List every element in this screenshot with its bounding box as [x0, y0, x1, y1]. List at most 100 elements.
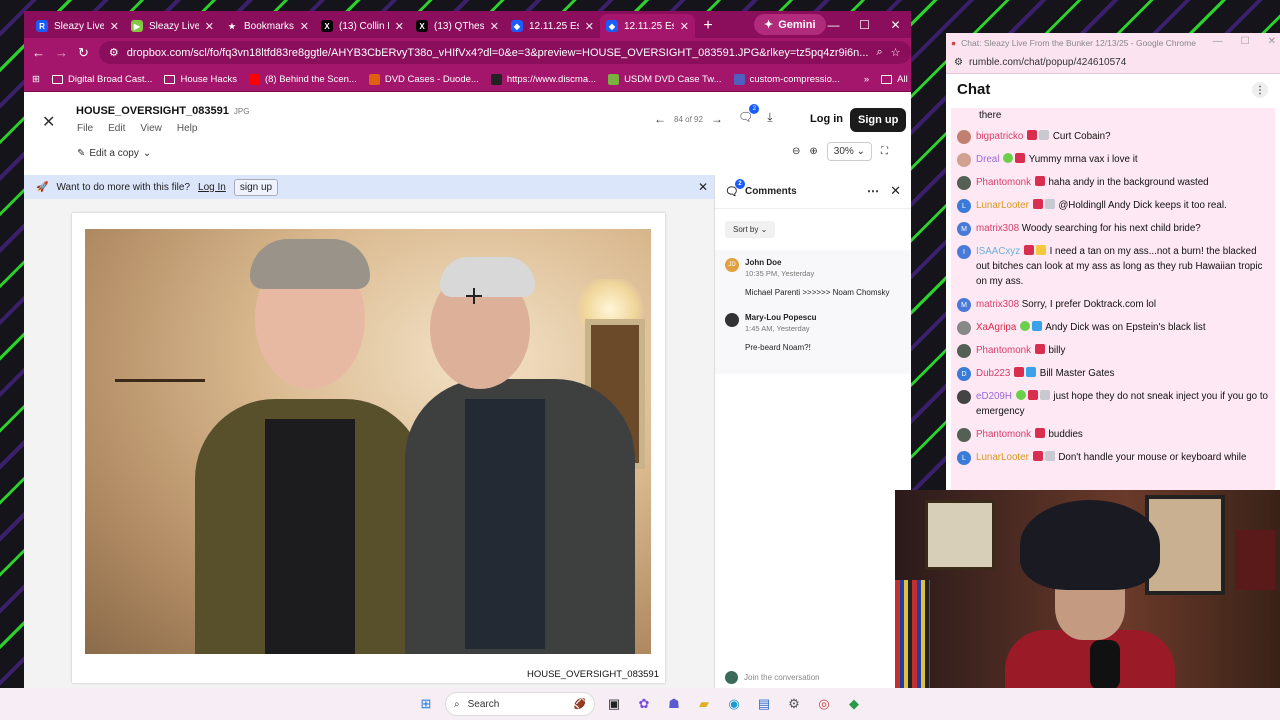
tab-close-icon[interactable]: ✕	[300, 20, 309, 33]
join-conversation-field[interactable]: Join the conversation	[725, 671, 911, 684]
bookmark-item[interactable]: USDM DVD Case Tw...	[608, 73, 722, 85]
all-bookmarks-button[interactable]: All Bookmarks	[881, 74, 911, 85]
chat-header: Chat ⋮	[946, 74, 1280, 105]
notice-signup-button[interactable]: sign up	[233, 178, 279, 196]
url-field[interactable]: ⚙ dropbox.com/scl/fo/fq3vn18ltfd83re8ggt…	[98, 41, 911, 64]
chat-avatar: M	[957, 298, 971, 312]
chat-username[interactable]: Phantomonk	[976, 177, 1031, 188]
comment-author[interactable]: Mary-Lou Popescu	[745, 313, 817, 322]
settings-icon[interactable]: ⚙	[783, 693, 805, 715]
chat-options-icon[interactable]: ⋮	[1252, 82, 1268, 98]
teams-icon[interactable]: ☗	[663, 693, 685, 715]
chat-username[interactable]: LunarLooter	[976, 452, 1029, 463]
chat-username[interactable]: matrix308	[976, 299, 1019, 310]
file-name: HOUSE_OVERSIGHT_083591	[76, 105, 229, 117]
bookmark-item[interactable]: (8) Behind the Scen...	[248, 73, 357, 85]
chat-username[interactable]: Dreal	[976, 154, 999, 165]
bookmark-item[interactable]: custom-compressio...	[733, 73, 840, 85]
chat-maximize-icon[interactable]: ☐	[1241, 36, 1250, 47]
browser-tab[interactable]: ▶ Sleazy Live Fr ✕	[125, 14, 220, 38]
tab-close-icon[interactable]: ✕	[395, 20, 404, 33]
browser-tab[interactable]: ★ Bookmarks ✕	[220, 14, 315, 38]
chat-username[interactable]: eD209H	[976, 391, 1012, 402]
zoom-select[interactable]: 30% ⌄	[826, 142, 872, 161]
prev-file-icon[interactable]: ←	[654, 112, 666, 126]
browser-tab[interactable]: ◆ 12.11.25 Esta ✕	[600, 14, 695, 38]
bookmark-item[interactable]: https://www.discma...	[490, 73, 596, 85]
bookmark-star-icon[interactable]: ☆	[891, 46, 901, 59]
edge-icon[interactable]: ◉	[723, 693, 745, 715]
tab-favicon-icon: ◆	[606, 20, 618, 32]
close-window-icon[interactable]: ✕	[880, 11, 911, 38]
bookmarks-overflow-icon[interactable]: »	[864, 74, 869, 85]
forward-icon[interactable]: →	[55, 45, 68, 60]
tab-close-icon[interactable]: ✕	[110, 20, 119, 33]
copilot-icon[interactable]: ✿	[633, 693, 655, 715]
chat-close-icon[interactable]: ✕	[1268, 36, 1276, 47]
browser-tab[interactable]: R Sleazy Live Fr ✕	[30, 14, 125, 38]
bookmark-item[interactable]: DVD Cases - Duode...	[368, 73, 479, 85]
apps-icon[interactable]: ⊞	[32, 74, 40, 85]
chat-username[interactable]: Dub223	[976, 368, 1010, 379]
sort-by-button[interactable]: Sort by ⌄	[725, 221, 776, 238]
zoom-page-icon[interactable]: ⌕	[876, 46, 882, 59]
app-icon[interactable]: ◆	[843, 693, 865, 715]
next-file-icon[interactable]: →	[711, 112, 723, 126]
browser-tab[interactable]: X (13) QThestor ✕	[410, 14, 505, 38]
comments-panel: 🗨 2 Comments ⋯ ✕ Sort by ⌄ JD John Doe 10…	[714, 175, 911, 688]
menu-item-file[interactable]: File	[77, 123, 93, 134]
back-icon[interactable]: ←	[32, 45, 45, 60]
browser-tab[interactable]: X (13) Collin Ru ✕	[315, 14, 410, 38]
notice-close-icon[interactable]: ✕	[698, 180, 708, 194]
edit-copy-button[interactable]: ✎ Edit a copy ⌄	[77, 148, 151, 159]
signup-button[interactable]: Sign up	[850, 108, 907, 132]
chat-username[interactable]: Phantomonk	[976, 429, 1031, 440]
user-badge-icon	[1032, 451, 1043, 461]
chat-username[interactable]: bigpatricko	[976, 131, 1023, 142]
notice-login-link[interactable]: Log In	[198, 182, 226, 193]
new-tab-button[interactable]: +	[695, 14, 721, 38]
file-title: HOUSE_OVERSIGHT_083591 JPG	[76, 105, 249, 117]
tab-close-icon[interactable]: ✕	[205, 20, 214, 33]
chat-message: L LunarLooter Don't handle your mouse or…	[957, 446, 1269, 469]
close-preview-icon[interactable]: ✕	[42, 112, 55, 132]
menu-item-view[interactable]: View	[140, 123, 162, 134]
chat-username[interactable]: LunarLooter	[976, 200, 1029, 211]
browser-tab[interactable]: ◆ 12.11.25 Esta ✕	[505, 14, 600, 38]
tab-close-icon[interactable]: ✕	[490, 20, 499, 33]
gemini-button[interactable]: ✦ Gemini	[754, 14, 826, 35]
menu-item-edit[interactable]: Edit	[108, 123, 125, 134]
close-comments-icon[interactable]: ✕	[890, 183, 901, 199]
task-view-icon[interactable]: ▣	[603, 693, 625, 715]
tab-close-icon[interactable]: ✕	[585, 20, 594, 33]
bookmark-item[interactable]: Digital Broad Cast...	[51, 74, 152, 85]
chat-username[interactable]: Phantomonk	[976, 345, 1031, 356]
file-explorer-icon[interactable]: ▰	[693, 693, 715, 715]
taskbar-search[interactable]: ⌕ Search 🏈	[445, 692, 595, 716]
maximize-icon[interactable]: ☐	[849, 11, 880, 38]
comments-toggle-icon[interactable]: 🗨 2	[738, 104, 760, 125]
chrome-taskbar-icon[interactable]: ◎	[813, 693, 835, 715]
chat-username[interactable]: ISAACxyz	[976, 246, 1020, 257]
site-info-icon[interactable]: ⚙	[109, 46, 119, 59]
minimize-icon[interactable]: —	[818, 11, 849, 38]
zoom-out-icon[interactable]: ⊖	[792, 146, 800, 157]
chat-username[interactable]: XaAgripa	[976, 322, 1016, 333]
bookmark-item[interactable]: House Hacks	[164, 74, 237, 85]
reload-icon[interactable]: ↻	[78, 45, 89, 61]
comment-text: Michael Parenti >>>>>> Noam Chomsky	[745, 288, 890, 297]
chat-url-bar[interactable]: ⚙ rumble.com/chat/popup/424610574	[946, 52, 1280, 74]
download-icon[interactable]: ⤓	[767, 110, 772, 125]
start-icon[interactable]: ⊞	[415, 693, 437, 715]
user-avatar	[725, 671, 738, 684]
comment-author[interactable]: John Doe	[745, 258, 890, 267]
more-options-icon[interactable]: ⋯	[867, 184, 879, 198]
store-icon[interactable]: ▤	[753, 693, 775, 715]
zoom-in-icon[interactable]: ⊕	[809, 146, 817, 157]
login-button[interactable]: Log in	[804, 108, 849, 130]
chat-minimize-icon[interactable]: —	[1213, 36, 1223, 47]
chat-username[interactable]: matrix308	[976, 223, 1019, 234]
tab-close-icon[interactable]: ✕	[680, 20, 689, 33]
fullscreen-icon[interactable]: ⛶	[881, 146, 888, 157]
menu-item-help[interactable]: Help	[177, 123, 198, 134]
